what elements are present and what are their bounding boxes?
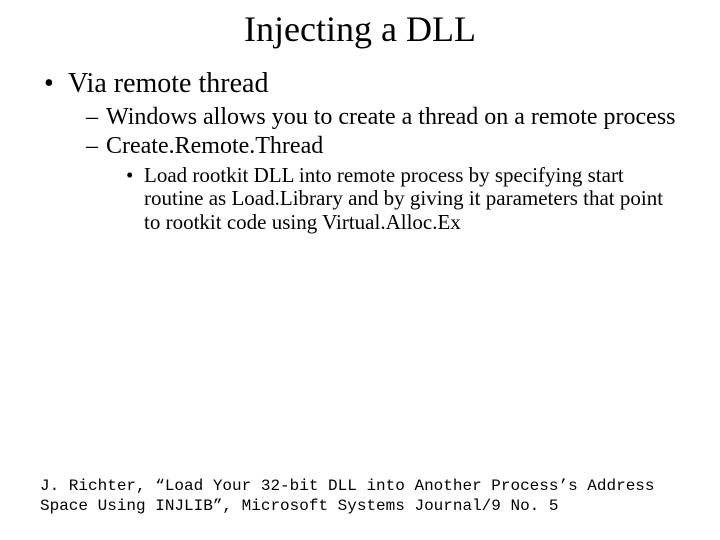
slide: Injecting a DLL Via remote thread Window…	[0, 0, 720, 540]
bullet-level2: Create.Remote.Thread	[40, 133, 680, 160]
bullet-level3: Load rootkit DLL into remote process by …	[40, 164, 680, 235]
bullet-level2: Windows allows you to create a thread on…	[40, 104, 680, 131]
slide-content: Via remote thread Windows allows you to …	[0, 50, 720, 234]
slide-title: Injecting a DLL	[0, 0, 720, 50]
bullet-level1: Via remote thread	[40, 68, 680, 100]
citation-footer: J. Richter, “Load Your 32-bit DLL into A…	[40, 476, 680, 516]
